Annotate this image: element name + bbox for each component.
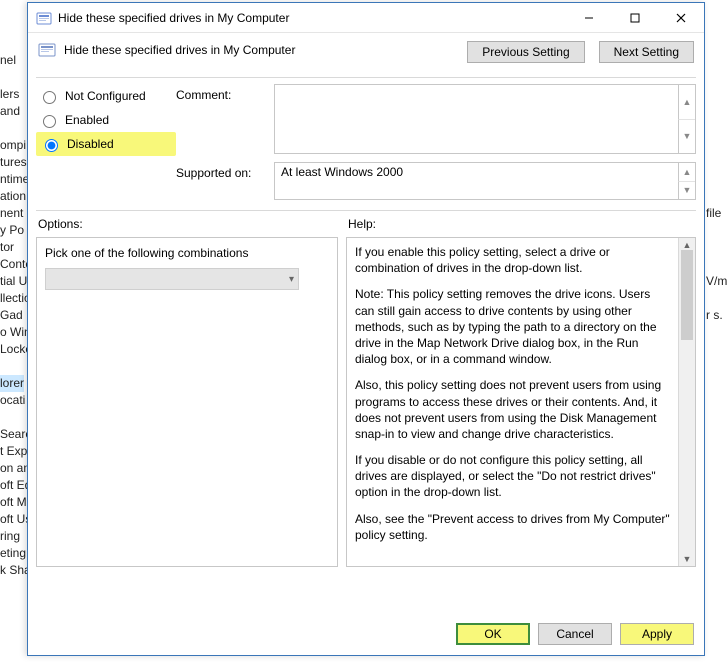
bg-text: tial U <box>0 273 27 290</box>
supported-field-wrap: At least Windows 2000 ▲ ▼ <box>274 162 696 200</box>
bg-text: eting <box>0 545 26 562</box>
comment-spinner: ▲ ▼ <box>678 85 695 153</box>
radio-label: Enabled <box>65 113 109 127</box>
maximize-button[interactable] <box>612 3 658 33</box>
bg-text: lorer <box>0 375 24 392</box>
scrollbar[interactable]: ▲ ▼ <box>678 238 695 566</box>
minimize-button[interactable] <box>566 3 612 33</box>
bg-text: nent <box>0 205 23 222</box>
help-paragraph: Note: This policy setting removes the dr… <box>355 286 670 367</box>
comment-label: Comment: <box>176 80 274 102</box>
chevron-up-icon[interactable]: ▲ <box>678 85 695 120</box>
policy-subtitle: Hide these specified drives in My Comput… <box>64 41 295 57</box>
radio-not-configured[interactable]: Not Configured <box>36 84 176 108</box>
bg-text: Gad <box>0 307 23 324</box>
apply-button[interactable]: Apply <box>620 623 694 645</box>
comment-field[interactable] <box>275 85 678 153</box>
supported-label: Supported on: <box>176 158 274 180</box>
radio-label: Not Configured <box>65 89 146 103</box>
bg-text: and <box>0 103 20 120</box>
bg-text: oft M <box>0 494 27 511</box>
scroll-thumb[interactable] <box>681 250 693 340</box>
policy-icon <box>38 41 56 59</box>
help-paragraph: Also, see the "Prevent access to drives … <box>355 511 670 543</box>
supported-spinner: ▲ ▼ <box>678 163 695 199</box>
bg-text: ring <box>0 528 20 545</box>
help-body: If you enable this policy setting, selec… <box>347 238 678 566</box>
radio-label: Disabled <box>67 137 114 151</box>
bg-text: nel <box>0 52 16 69</box>
radio-enabled-input[interactable] <box>43 115 56 128</box>
radio-disabled[interactable]: Disabled <box>36 132 176 156</box>
scroll-down-icon[interactable]: ▼ <box>679 552 695 566</box>
help-paragraph: Also, this policy setting does not preve… <box>355 377 670 442</box>
bg-text: r s. <box>706 307 723 324</box>
options-dropdown[interactable]: ▾ <box>45 268 299 290</box>
chevron-down-icon: ▾ <box>289 274 294 285</box>
options-text: Pick one of the following combinations <box>37 238 337 268</box>
help-pane: If you enable this policy setting, selec… <box>346 237 696 567</box>
window-title: Hide these specified drives in My Comput… <box>58 11 566 25</box>
radio-enabled[interactable]: Enabled <box>36 108 176 132</box>
help-paragraph: If you enable this policy setting, selec… <box>355 244 670 276</box>
bg-text: file <box>706 205 721 222</box>
bg-text: ntime <box>0 171 29 188</box>
bg-text: tor <box>0 239 14 256</box>
next-setting-button[interactable]: Next Setting <box>599 41 694 63</box>
options-label: Options: <box>36 213 338 237</box>
policy-icon <box>36 10 52 26</box>
comment-field-wrap: ▲ ▼ <box>274 84 696 154</box>
close-button[interactable] <box>658 3 704 33</box>
radio-not-configured-input[interactable] <box>43 91 56 104</box>
bg-text: t Expl <box>0 443 30 460</box>
cancel-button[interactable]: Cancel <box>538 623 612 645</box>
options-pane: Pick one of the following combinations ▾ <box>36 237 338 567</box>
chevron-down-icon[interactable]: ▼ <box>678 120 695 154</box>
supported-value: At least Windows 2000 <box>275 163 678 199</box>
radio-disabled-input[interactable] <box>45 139 58 152</box>
bg-text: ompi <box>0 137 26 154</box>
help-label: Help: <box>346 213 696 237</box>
chevron-up-icon[interactable]: ▲ <box>678 163 695 182</box>
chevron-down-icon[interactable]: ▼ <box>678 182 695 200</box>
bg-text: tures <box>0 154 27 171</box>
bg-text: y Po <box>0 222 24 239</box>
titlebar[interactable]: Hide these specified drives in My Comput… <box>28 3 704 33</box>
dialog-window: Hide these specified drives in My Comput… <box>27 2 705 656</box>
bg-text: V/m <box>706 273 727 290</box>
bg-text: lers <box>0 86 19 103</box>
bg-text: ocati <box>0 392 25 409</box>
ok-button[interactable]: OK <box>456 623 530 645</box>
previous-setting-button[interactable]: Previous Setting <box>467 41 584 63</box>
help-paragraph: If you disable or do not configure this … <box>355 452 670 501</box>
